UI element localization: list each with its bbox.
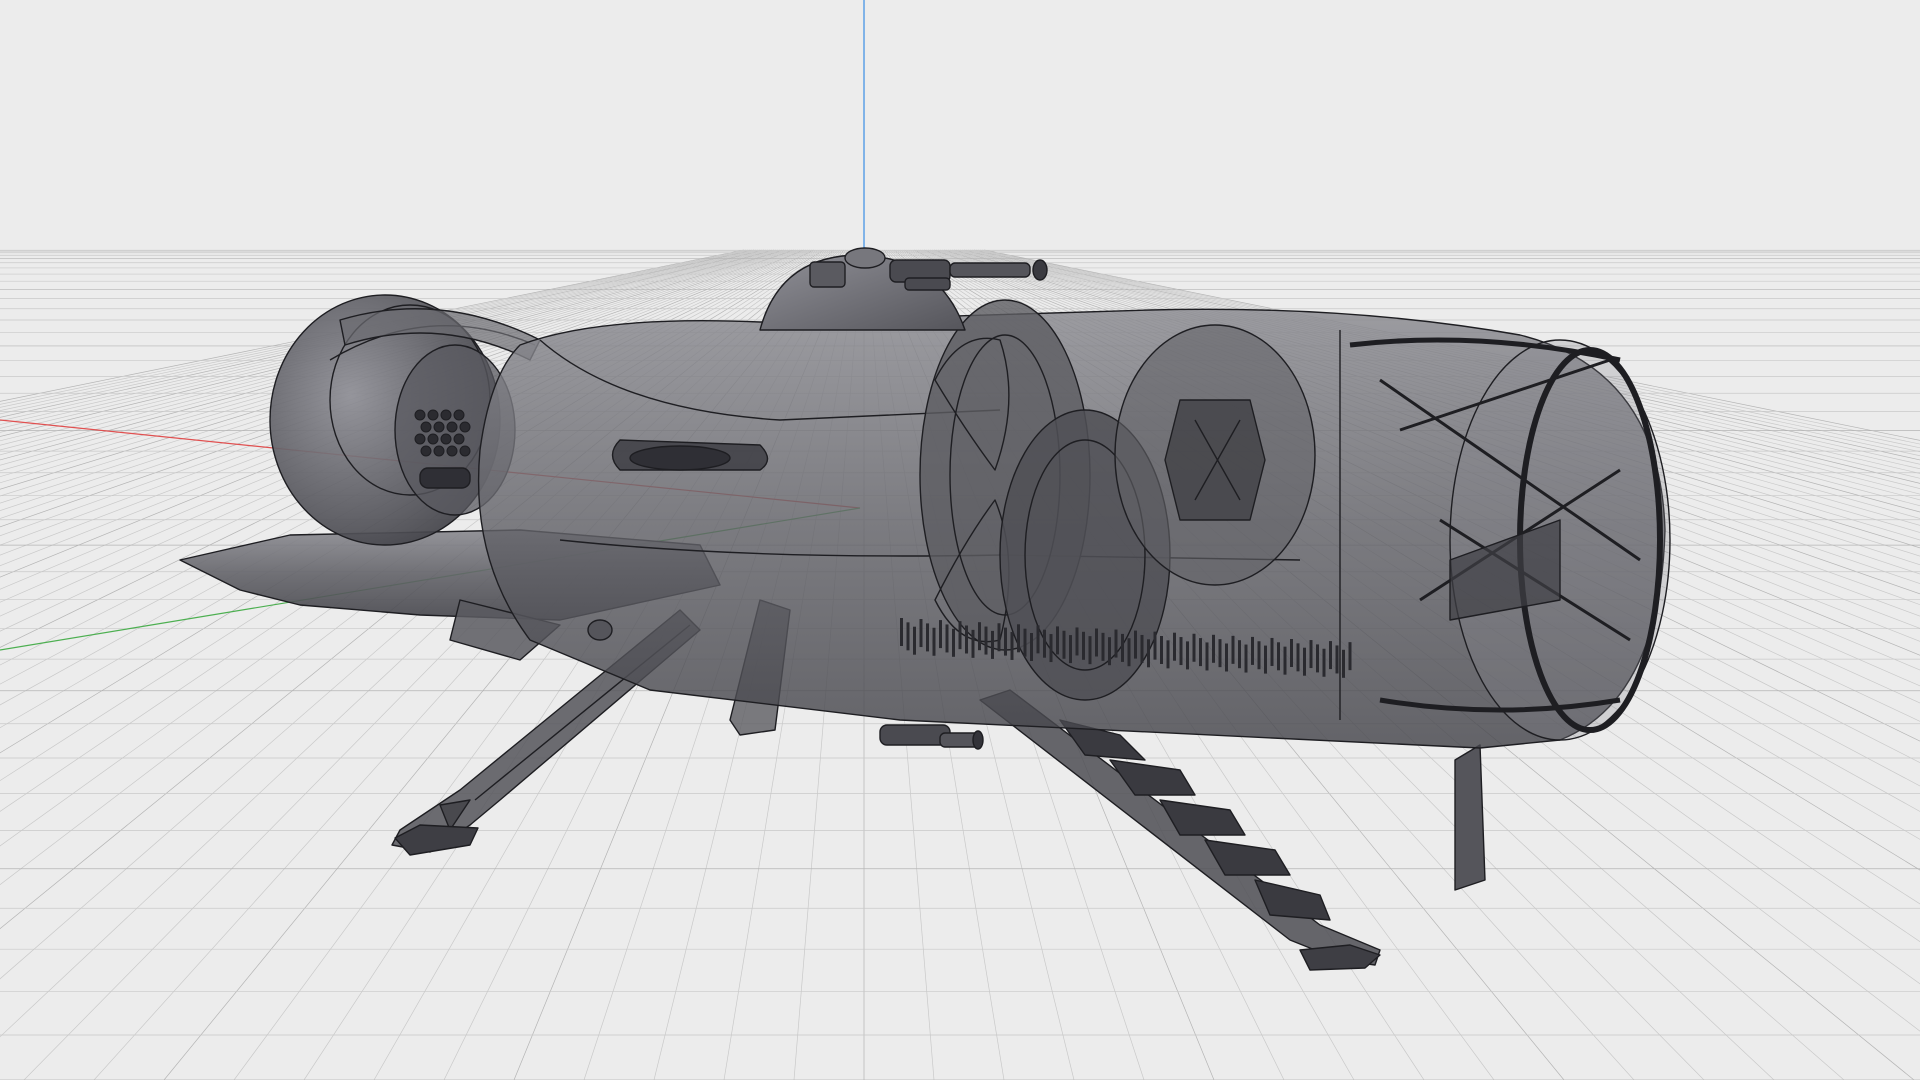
spaceship-model[interactable] — [179, 247, 1671, 971]
vent-slat — [1036, 625, 1040, 654]
vent-slat — [1088, 636, 1092, 665]
vent-slat — [1309, 640, 1313, 669]
vent-hole — [440, 433, 452, 445]
vent-slat — [939, 620, 942, 649]
vent-slat — [1329, 641, 1332, 670]
vent-slat — [1043, 629, 1046, 658]
vent-slat — [1257, 641, 1261, 670]
vent-slat — [1342, 649, 1345, 678]
vent-slat — [1251, 636, 1254, 665]
vent-slat — [1205, 642, 1209, 671]
vent-slat — [1069, 635, 1072, 664]
vent-slat — [1062, 630, 1066, 659]
vent-slat — [1030, 633, 1033, 661]
vent-hole — [433, 421, 445, 433]
vent-slat — [971, 629, 975, 658]
vent-slat — [1134, 630, 1137, 659]
vent-slat — [1114, 629, 1118, 658]
vent-slat — [1218, 639, 1222, 668]
vent-hole — [440, 409, 452, 421]
vent-slat — [932, 627, 936, 656]
vent-slat — [1075, 627, 1079, 656]
vent-slat — [1004, 627, 1007, 656]
vent-hole — [433, 445, 445, 457]
vent-hole — [420, 445, 432, 457]
stabilizer-fin[interactable] — [1454, 744, 1486, 891]
vent-slat — [1127, 638, 1131, 667]
vent-slat — [1335, 645, 1339, 674]
vent-slat — [1231, 635, 1235, 664]
vent-hole — [453, 409, 465, 421]
vent-slat — [1179, 637, 1183, 666]
vent-slat — [1283, 646, 1287, 675]
vent-slat — [1296, 643, 1300, 672]
vent-slat — [900, 618, 903, 646]
vent-slat — [1270, 637, 1274, 666]
vent-slat — [978, 622, 981, 651]
vent-slat — [1023, 628, 1027, 657]
vent-hole — [414, 433, 426, 445]
vent-slat — [1173, 632, 1176, 661]
vent-slat — [1303, 647, 1306, 676]
vent-slat — [1153, 631, 1157, 660]
vent-slat — [1322, 648, 1326, 677]
vent-slat — [945, 624, 949, 653]
vent-slat — [997, 623, 1001, 652]
vent-slat — [965, 625, 968, 654]
vent-hole — [420, 421, 432, 433]
vent-slat — [991, 630, 994, 659]
vent-slat — [1140, 634, 1144, 663]
vent-slat — [1082, 631, 1085, 660]
vent-slat — [1290, 639, 1293, 667]
vent-slat — [1108, 637, 1111, 666]
vent-slat — [1049, 634, 1053, 663]
vent-slat — [1121, 633, 1124, 662]
vent-slat — [1238, 640, 1241, 669]
vent-slat — [1166, 640, 1170, 669]
vent-slat — [926, 623, 929, 652]
vent-slat — [1277, 642, 1280, 671]
vent-slat — [984, 626, 988, 655]
vent-slat — [1244, 644, 1248, 673]
vent-hole — [446, 445, 458, 457]
vent-slat — [919, 619, 923, 648]
vent-hole — [414, 409, 426, 421]
3d-viewport[interactable] — [0, 0, 1920, 1080]
vent-hole — [427, 433, 439, 445]
vent-slat — [1264, 645, 1267, 674]
viewport-canvas[interactable] — [0, 0, 1920, 1080]
vent-slat — [1147, 639, 1150, 668]
vent-hole — [427, 409, 439, 421]
vent-slat — [1010, 631, 1014, 660]
vent-slat — [913, 626, 916, 655]
vent-slat — [1186, 641, 1189, 670]
vent-slat — [958, 621, 962, 650]
vent-slat — [1160, 636, 1163, 664]
vent-slat — [1199, 638, 1202, 667]
vent-slat — [1348, 642, 1352, 671]
vent-slat — [1212, 634, 1215, 663]
vent-slat — [952, 628, 955, 657]
vent-slat — [1095, 628, 1098, 657]
vent-hole — [453, 433, 465, 445]
vent-hole — [459, 421, 471, 433]
vent-slat — [1017, 624, 1020, 653]
vent-slat — [906, 622, 910, 651]
vent-hole — [459, 445, 471, 457]
vent-slat — [1056, 626, 1059, 655]
vent-slat — [1316, 644, 1319, 673]
vent-slat — [1101, 632, 1105, 661]
vent-slat — [1192, 633, 1196, 662]
vent-slat — [1225, 643, 1228, 672]
vent-hole — [446, 421, 458, 433]
